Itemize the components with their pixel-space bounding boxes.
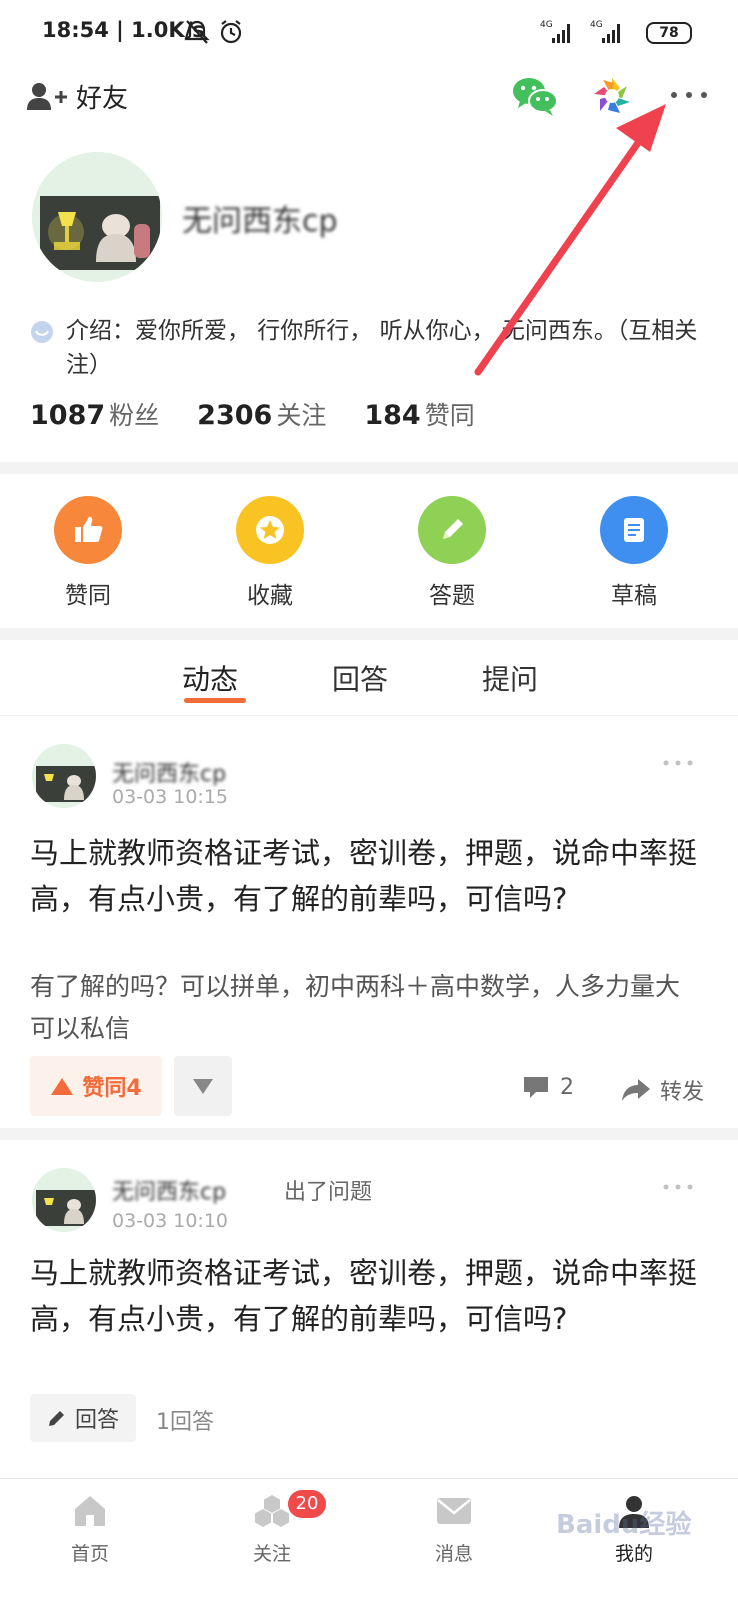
favorites-label: 收藏 [247, 583, 293, 609]
nav-home-label: 首页 [70, 1543, 109, 1565]
author-avatar[interactable] [32, 1168, 96, 1232]
drafts-circle [600, 496, 668, 564]
signal-icon-sim1: 4G [540, 20, 570, 43]
quick-action-answer[interactable]: 答题 [392, 496, 512, 610]
pencil-icon [48, 1411, 64, 1426]
post-time: 03-03 10:10 [112, 1210, 229, 1232]
upvote-label: 赞同4 [82, 1076, 142, 1101]
avatar-illustration [32, 1168, 96, 1232]
comment-button[interactable]: 2 [522, 1074, 574, 1100]
quick-action-favorites[interactable]: 收藏 [210, 496, 330, 610]
mute-icon [184, 20, 210, 44]
avatar-illustration [32, 744, 96, 808]
stat-fans[interactable]: 1087 粉丝 [30, 396, 159, 432]
tab-activity[interactable]: 动态 [182, 658, 238, 698]
nav-home[interactable]: 首页 [30, 1493, 150, 1566]
triangle-up-icon [51, 1078, 74, 1095]
section-divider [0, 628, 738, 640]
answer-label: 回答 [74, 1408, 119, 1433]
following-hexagons-icon [255, 1495, 289, 1527]
section-divider [0, 462, 738, 474]
triangle-down-icon [193, 1079, 213, 1094]
upvote-button[interactable]: 赞同4 [30, 1056, 162, 1116]
favorites-circle [236, 496, 304, 564]
stat-following[interactable]: 2306 关注 [197, 396, 326, 432]
intro-text: 介绍：爱你所爱， 行你所行， 听从你心， 无问西东。（互相关注） [66, 318, 698, 378]
question-title[interactable]: 马上就教师资格证考试，密训卷，押题，说命中率挺高，有点小贵，有了解的前辈吗，可信… [30, 1250, 710, 1342]
downvote-button[interactable] [174, 1056, 232, 1116]
author-name[interactable]: 无问西东cp [112, 756, 226, 788]
notification-badge: 20 [288, 1490, 326, 1518]
feed-card: 无问西东cp 出了问题 03-03 10:10 马上就教师资格证考试，密训卷，押… [0, 1140, 738, 1466]
home-icon [75, 1496, 105, 1526]
profile-nickname: 无问西东cp [182, 204, 338, 239]
question-description: 有了解的吗？可以拼单，初中两科＋高中数学，人多力量大 可以私信 [30, 972, 681, 1043]
moments-icon [594, 78, 630, 114]
add-friend-label: 好友 [76, 83, 129, 114]
forward-label: 转发 [660, 1080, 705, 1105]
profile-stats: 1087 粉丝 2306 关注 184 赞同 [30, 396, 475, 432]
pencil-icon [443, 519, 463, 539]
document-icon [624, 518, 644, 542]
tab-answers[interactable]: 回答 [332, 658, 388, 698]
svg-text:4G: 4G [540, 20, 553, 30]
likes-circle [54, 496, 122, 564]
profile-intro: 介绍：爱你所爱， 行你所行， 听从你心， 无问西东。（互相关注） [30, 314, 720, 382]
forward-icon [622, 1079, 650, 1101]
signal-icon-sim2: 4G [590, 20, 620, 43]
nav-messages[interactable]: 消息 [394, 1493, 514, 1566]
author-name[interactable]: 无问西东cp [112, 1174, 226, 1206]
quick-action-drafts[interactable]: 草稿 [574, 496, 694, 610]
more-dots-icon [671, 92, 707, 98]
wechat-icon [513, 78, 558, 116]
card-more-icon[interactable] [660, 1180, 696, 1194]
avatar-illustration [32, 152, 162, 282]
quick-action-likes[interactable]: 赞同 [28, 496, 148, 610]
add-friend-button[interactable]: 好友 [26, 78, 128, 114]
likes-label: 赞同 [65, 583, 111, 609]
star-icon [256, 516, 284, 544]
mail-icon [437, 1498, 471, 1524]
thumbs-up-icon [75, 516, 103, 542]
add-friend-icon [27, 83, 67, 110]
more-menu-button[interactable] [664, 80, 714, 110]
profile-avatar[interactable] [32, 152, 162, 282]
activity-action: 出了问题 [284, 1180, 373, 1205]
profile-topbar: 好友 [0, 66, 738, 126]
card-more-icon[interactable] [660, 756, 696, 770]
feed-card: 无问西东cp 03-03 10:15 马上就教师资格证考试，密训卷，押题，说命中… [0, 716, 738, 1128]
share-moments-button[interactable] [590, 74, 634, 118]
comment-count: 2 [560, 1074, 574, 1100]
post-time: 03-03 10:15 [112, 786, 229, 808]
status-bar: 18:54 | 1.0K/s 4G 4G 78 [0, 0, 738, 66]
section-divider [0, 1128, 738, 1140]
alarm-icon [220, 20, 242, 44]
comment-icon [524, 1077, 548, 1098]
svg-text:4G: 4G [590, 20, 603, 30]
answer-circle [418, 496, 486, 564]
answer-button[interactable]: 回答 [30, 1394, 136, 1442]
battery-indicator: 78 [646, 22, 692, 44]
author-avatar[interactable] [32, 744, 96, 808]
watermark-text: Baidu经验 [556, 1510, 692, 1540]
status-time: 18:54 | 1.0K/s [42, 18, 205, 42]
tab-questions[interactable]: 提问 [482, 658, 538, 698]
stat-likes[interactable]: 184 赞同 [364, 396, 474, 432]
nav-me-label: 我的 [614, 1543, 653, 1565]
nav-following-label: 关注 [252, 1543, 291, 1565]
question-title[interactable]: 马上就教师资格证考试，密训卷，押题，说命中率挺高，有点小贵，有了解的前辈吗，可信… [30, 830, 710, 922]
forward-button[interactable]: 转发 [620, 1074, 704, 1106]
intro-smile-icon [31, 321, 53, 343]
active-tab-indicator [184, 698, 246, 703]
answer-count: 1回答 [156, 1410, 214, 1435]
share-wechat-button[interactable] [512, 74, 558, 118]
nav-messages-label: 消息 [434, 1543, 473, 1565]
answer-label: 答题 [429, 583, 475, 609]
drafts-label: 草稿 [611, 583, 657, 609]
content-tabs: 动态 回答 提问 [0, 650, 738, 716]
